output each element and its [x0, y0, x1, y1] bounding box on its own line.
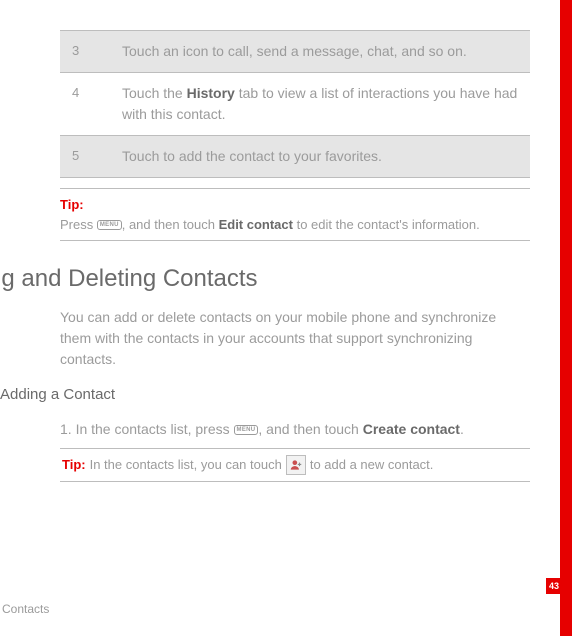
- step-number: 4: [60, 73, 110, 136]
- tip-box: Tip: In the contacts list, you can touch…: [60, 448, 530, 482]
- tip-text: Press MENU, and then touch Edit contact …: [60, 215, 530, 235]
- step-1: 1. In the contacts list, press MENU, and…: [60, 419, 530, 440]
- subsection-heading: Adding a Contact: [0, 384, 530, 407]
- steps-table: 3 Touch an icon to call, send a message,…: [60, 30, 530, 178]
- section-heading: Adding and Deleting Contacts: [0, 261, 530, 297]
- table-row: 3 Touch an icon to call, send a message,…: [60, 31, 530, 73]
- table-row: 4 Touch the History tab to view a list o…: [60, 73, 530, 136]
- step-number: 5: [60, 136, 110, 178]
- edge-bar-bottom: [560, 594, 572, 636]
- tip-label: Tip:: [62, 455, 86, 475]
- menu-icon: MENU: [234, 425, 259, 435]
- step-number: 3: [60, 31, 110, 73]
- tip-label: Tip:: [60, 195, 530, 215]
- step-text: Touch the History tab to view a list of …: [110, 73, 530, 136]
- step-text: Touch an icon to call, send a message, c…: [110, 31, 530, 73]
- page-edge-bar: 43: [560, 0, 572, 636]
- edge-bar-top: [560, 0, 572, 578]
- add-contact-icon: [286, 455, 306, 475]
- table-row: 5 Touch to add the contact to your favor…: [60, 136, 530, 178]
- tip-box: Tip: Press MENU, and then touch Edit con…: [60, 188, 530, 241]
- section-intro: You can add or delete contacts on your m…: [60, 307, 530, 370]
- footer-section-name: Contacts: [0, 600, 49, 618]
- tip-text-pre: In the contacts list, you can touch: [90, 455, 282, 475]
- page-number: 43: [546, 578, 572, 594]
- tip-text-post: to add a new contact.: [310, 455, 434, 475]
- menu-icon: MENU: [97, 220, 122, 230]
- step-text: Touch to add the contact to your favorit…: [110, 136, 530, 178]
